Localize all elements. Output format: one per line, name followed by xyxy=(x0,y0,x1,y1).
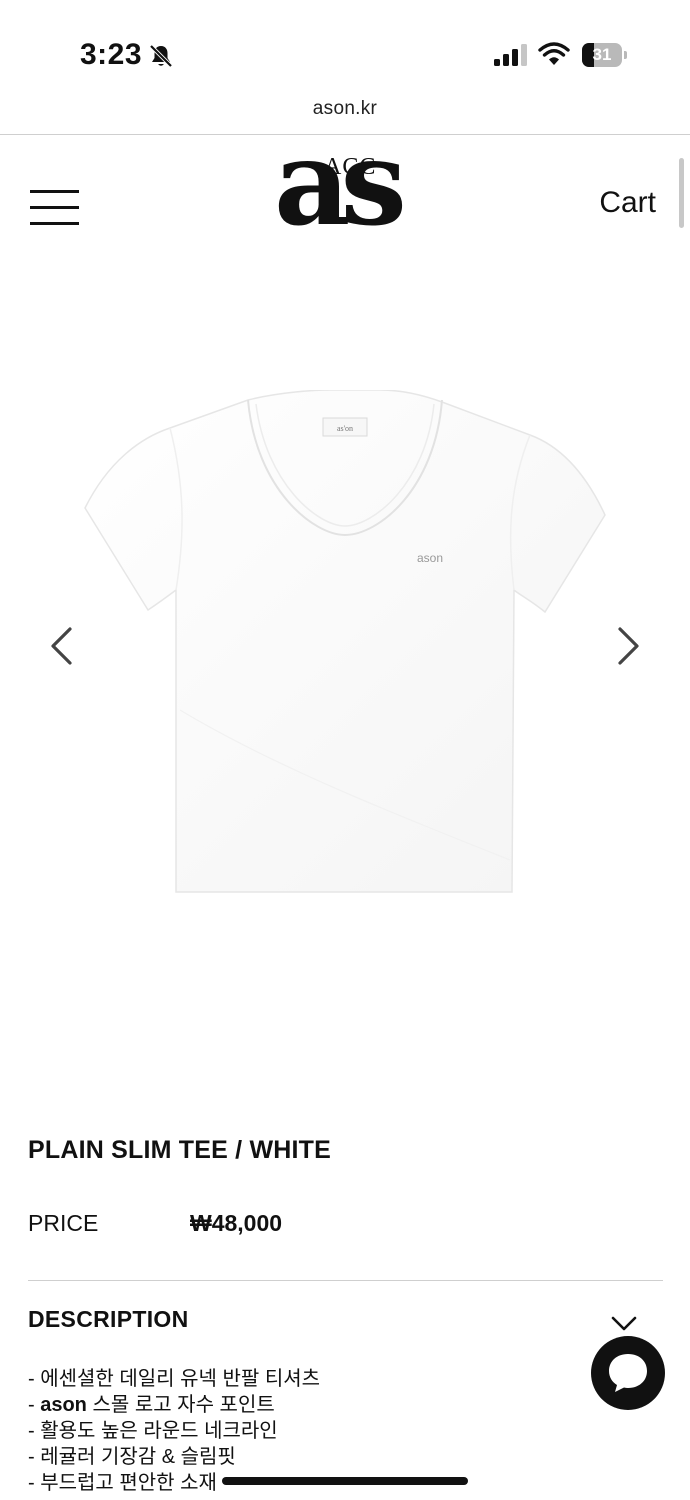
list-item-prefix: - xyxy=(28,1394,41,1416)
wifi-icon xyxy=(538,42,570,65)
home-indicator xyxy=(222,1477,468,1485)
scrollbar[interactable] xyxy=(679,158,684,228)
divider xyxy=(28,1280,663,1281)
cart-link[interactable]: Cart xyxy=(599,186,656,220)
status-time: 3:23 xyxy=(80,38,143,71)
battery-percentage: 31 xyxy=(592,45,612,64)
site-logo[interactable]: ACC as xyxy=(274,124,416,264)
product-image[interactable]: as'on ason xyxy=(80,390,610,895)
bell-slash-icon xyxy=(149,44,173,68)
battery-cap xyxy=(624,51,627,59)
list-item: - 활용도 높은 라운드 네크라인 xyxy=(28,1420,278,1442)
list-item: - 에센셜한 데일리 유넥 반팔 티셔츠 xyxy=(28,1368,321,1390)
shirt-label-text: as'on xyxy=(337,424,353,433)
chat-bubble-icon xyxy=(609,1354,647,1392)
hamburger-icon-line xyxy=(30,206,79,209)
product-gallery: as'on ason xyxy=(0,280,690,1060)
list-item: - ason 스몰 로고 자수 포인트 xyxy=(28,1392,320,1418)
price-label: PRICE xyxy=(28,1210,99,1236)
description-toggle[interactable]: DESCRIPTION xyxy=(28,1306,188,1333)
menu-button[interactable] xyxy=(30,190,80,226)
chevron-down-icon[interactable] xyxy=(611,1316,637,1332)
chevron-left-icon[interactable] xyxy=(44,626,80,666)
battery-indicator: 31 xyxy=(582,43,627,67)
status-bar: 3:23 31 xyxy=(0,0,690,90)
battery-body: 31 xyxy=(582,43,622,67)
chat-button[interactable] xyxy=(591,1336,665,1410)
brand-name: ason xyxy=(40,1394,87,1416)
chest-logo-text: ason xyxy=(417,551,443,565)
list-item: - 레귤러 기장감 & 슬림핏 xyxy=(28,1446,236,1468)
hamburger-icon xyxy=(30,190,79,193)
chevron-right-icon[interactable] xyxy=(610,626,646,666)
logo-as-text: as xyxy=(274,113,407,252)
signal-icon xyxy=(494,44,527,66)
list-item-text: 스몰 로고 자수 포인트 xyxy=(92,1394,275,1416)
price-value: ₩48,000 xyxy=(190,1210,283,1236)
product-title: PLAIN SLIM TEE / WHITE xyxy=(28,1136,332,1164)
hamburger-icon-line xyxy=(30,222,79,225)
